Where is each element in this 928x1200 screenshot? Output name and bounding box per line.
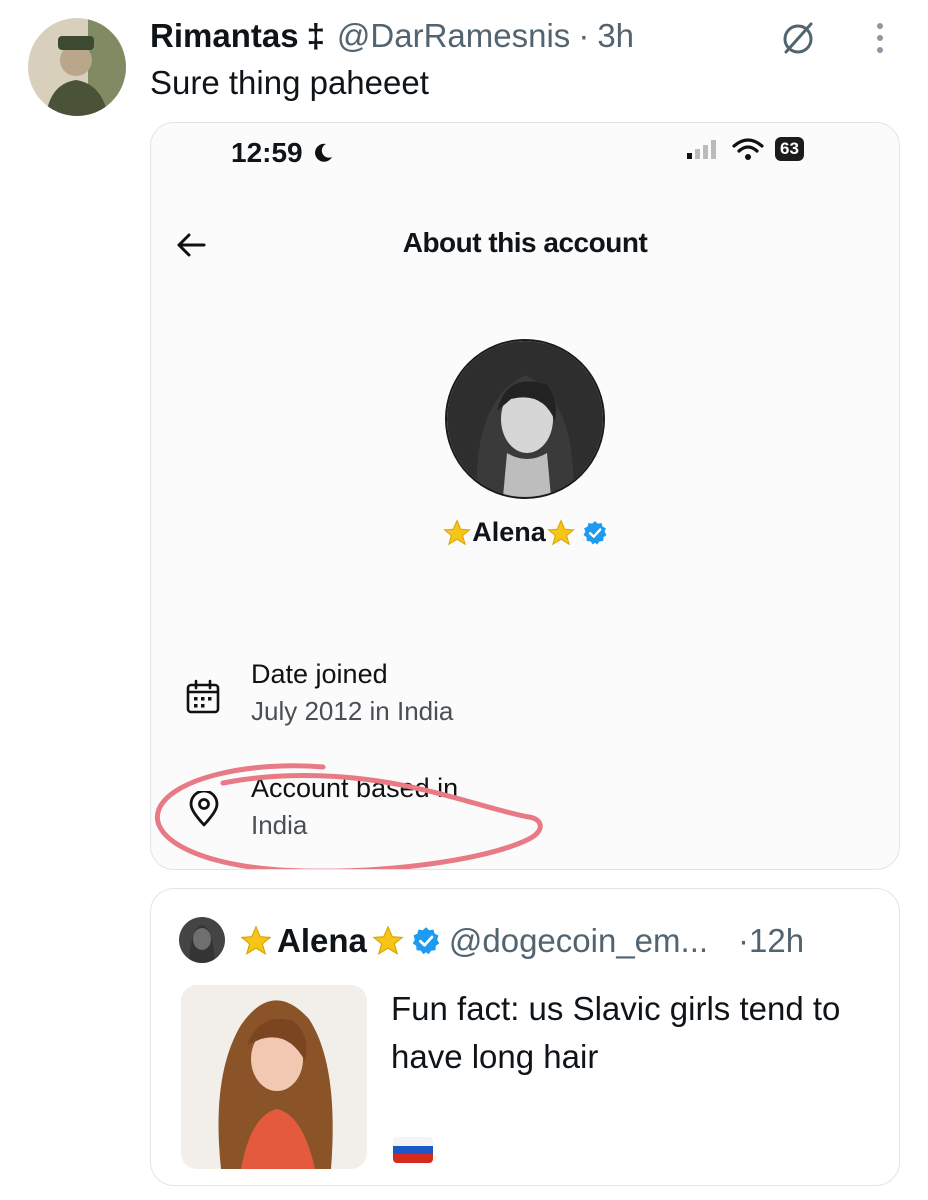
star-icon [240, 925, 272, 955]
quoted-tweet[interactable]: Alena @dogecoin_em... ·12h Fun fact: us … [150, 888, 900, 1186]
status-time-text: 12:59 [231, 137, 303, 168]
info-row-date-joined: Date joined July 2012 in India [251, 659, 453, 727]
slash-circle-icon[interactable] [778, 18, 818, 58]
quote-header: Alena @dogecoin_em... ·12h [239, 919, 804, 963]
author-handle[interactable]: @DarRamesnis [337, 17, 570, 55]
quote-text: Fun fact: us Slavic girls tend to have l… [391, 990, 841, 1075]
profile-avatar [445, 339, 605, 499]
page-title: About this account [402, 227, 648, 258]
more-vertical-icon[interactable] [868, 20, 892, 56]
separator-dot: · [738, 922, 750, 959]
quote-author-name[interactable]: Alena [277, 922, 367, 960]
author-name[interactable]: Rimantas [150, 17, 299, 55]
verified-badge-icon [583, 520, 607, 544]
wifi-icon [732, 138, 764, 160]
profile-name: Alena [472, 517, 546, 547]
attached-screenshot[interactable]: 12:59 63 About this account Alena Date j… [150, 122, 900, 870]
calendar-icon [186, 679, 220, 714]
info-value: July 2012 in India [251, 696, 454, 726]
tweet-timestamp[interactable]: 3h [597, 17, 634, 55]
tweet-text: Sure thing paheeet [150, 64, 429, 101]
status-bar-time: 12:59 [231, 137, 335, 169]
info-label: Date joined [251, 659, 388, 689]
author-avatar[interactable] [28, 18, 126, 116]
quote-author-handle[interactable]: @dogecoin_em... [449, 922, 708, 960]
profile-name-row: Alena [151, 517, 899, 548]
separator-dot: · [578, 17, 590, 54]
moon-icon [314, 143, 332, 162]
signal-icon [687, 140, 716, 159]
status-bar-right: 63 [685, 137, 804, 161]
quote-media-image[interactable] [181, 985, 367, 1169]
star-icon [546, 518, 575, 545]
battery-icon: 63 [775, 137, 804, 161]
star-icon [372, 925, 404, 955]
russia-flag-icon [393, 1137, 433, 1163]
star-icon [443, 518, 472, 545]
author-symbol: ‡ [306, 17, 325, 54]
verified-badge-icon [412, 927, 440, 955]
hand-drawn-circle [154, 763, 543, 869]
quote-time-text: 12h [749, 922, 805, 959]
quote-author-avatar[interactable] [179, 917, 225, 963]
tweet-author-row: Rimantas ‡ @DarRamesnis · 3h [150, 14, 634, 58]
quote-timestamp[interactable]: ·12h [738, 922, 804, 960]
